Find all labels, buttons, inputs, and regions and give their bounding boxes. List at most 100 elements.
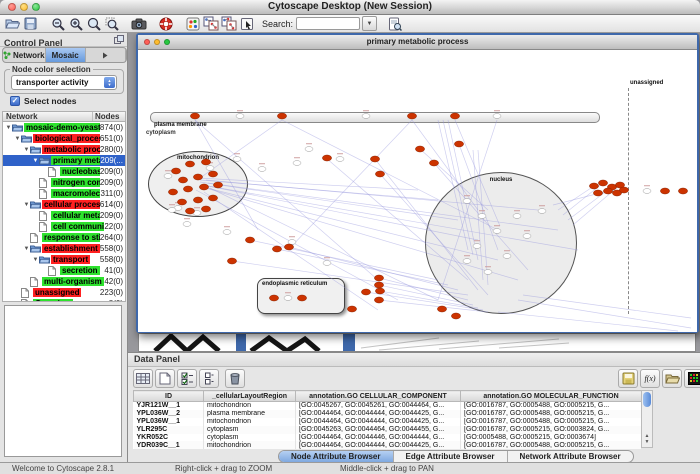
close-view-icon[interactable] — [144, 39, 150, 45]
tree-item-count: 223(0) — [100, 288, 125, 297]
tree-item-unassigned[interactable]: unassigned 223(0) — [3, 287, 125, 298]
minimize-window-icon[interactable] — [20, 3, 28, 11]
select-nodes-checkbox[interactable]: ✓ — [10, 96, 20, 106]
tree-item-label: unassigned — [33, 288, 81, 297]
snapshot-button[interactable] — [130, 16, 147, 31]
close-window-icon[interactable] — [8, 3, 16, 11]
expander-icon[interactable]: ▼ — [23, 147, 30, 153]
tree-item-secretion[interactable]: secretion41(0) — [3, 265, 125, 276]
save-button[interactable] — [22, 16, 39, 31]
zoom-fit-button[interactable] — [103, 16, 120, 31]
delete-attribute-button[interactable] — [225, 369, 245, 388]
column-header[interactable]: ID — [134, 391, 204, 402]
import-attributes-button[interactable] — [618, 369, 638, 388]
scrollbar-thumb[interactable] — [643, 392, 651, 407]
tree-item-cellular-metabo[interactable]: cellular metabo209(0) — [3, 210, 125, 221]
table-row[interactable]: YDR039C__1mitochondrion[GO:0044464, GO:0… — [134, 441, 642, 449]
tab-mosaic[interactable]: Mosaic — [46, 48, 86, 62]
advanced-search-button[interactable] — [386, 16, 403, 31]
tree-item-macromolecule[interactable]: macromolecule311(0) — [3, 188, 125, 199]
tab-network-attribute-browser[interactable]: Network Attribute Browser — [508, 451, 633, 462]
column-header[interactable]: _cellularLayoutRegion — [204, 391, 296, 402]
expander-icon[interactable]: ▼ — [5, 125, 12, 131]
copy-network-view-button[interactable] — [202, 16, 219, 31]
scroll-down-icon[interactable]: ▼ — [645, 439, 650, 445]
tree-item-cellular-process[interactable]: ▼cellular process614(0) — [3, 199, 125, 210]
tree-header-nodes[interactable]: Nodes — [93, 112, 125, 121]
birds-eye-view[interactable] — [4, 305, 122, 457]
create-network-view-button[interactable] — [220, 16, 237, 31]
minimize-view-icon[interactable] — [154, 39, 160, 45]
data-panel-toolbar: f(x) — [128, 367, 700, 391]
help-button[interactable] — [157, 16, 174, 31]
expander-icon[interactable]: ▼ — [32, 257, 39, 263]
node-color-dropdown[interactable]: transporter activity ▲▼ — [11, 75, 117, 90]
float-panel-icon[interactable] — [114, 35, 124, 44]
table-cell: [GO:0016787, GO:0005215, GO:0003824, G..… — [461, 426, 642, 434]
tree-item-label: establishment of lo — [42, 244, 100, 253]
column-header[interactable]: annotation.GO MOLECULAR_FUNCTION — [461, 391, 642, 402]
tab-network[interactable]: Network — [3, 48, 46, 62]
tree-item-transport[interactable]: ▼transport558(0) — [3, 254, 125, 265]
table-row[interactable]: YJR121W__1mitochondrion[GO:0045267, GO:0… — [134, 402, 642, 410]
table-row[interactable]: YPL036W__2plasma membrane[GO:0044464, GO… — [134, 410, 642, 418]
tree-item-overview[interactable]: Overview8(0) — [3, 298, 125, 302]
network-canvas[interactable]: plasma membrane cytoplasm mitochondrion … — [138, 50, 697, 332]
zoom-window-icon[interactable] — [32, 3, 40, 11]
tree-item-response-to-stimulu[interactable]: response to stimulu264(0) — [3, 232, 125, 243]
tree-item-count: 209(0) — [100, 211, 125, 220]
select-attributes-button[interactable] — [177, 369, 197, 388]
column-header[interactable]: annotation.GO CELLULAR_COMPONENT — [296, 391, 461, 402]
file-icon — [39, 189, 51, 199]
network-graph[interactable] — [138, 50, 697, 332]
tree-item-count: 209(0) — [100, 167, 125, 176]
background-window-strip[interactable] — [138, 333, 696, 352]
function-builder-button[interactable]: f(x) — [640, 369, 660, 388]
table-row[interactable]: YPL036W__1mitochondrion[GO:0044464, GO:0… — [134, 418, 642, 426]
network-view-titlebar[interactable]: primary metabolic process — [138, 35, 697, 50]
tree-item-count: 42(0) — [104, 277, 125, 286]
tree-item-biological-process[interactable]: ▼biological_process651(0) — [3, 133, 125, 144]
tab-node-attribute-browser[interactable]: Node Attribute Browser — [279, 451, 394, 462]
layout-region-button[interactable] — [184, 16, 201, 31]
tab-network-label: Network — [13, 51, 45, 60]
tab-edge-attribute-browser[interactable]: Edge Attribute Browser — [394, 451, 508, 462]
tree-item-primary-metabo[interactable]: ▼primary metabo209(... — [3, 155, 125, 166]
tree-item-establishment-of-lo[interactable]: ▼establishment of lo558(0) — [3, 243, 125, 254]
expander-icon[interactable]: ▼ — [32, 158, 39, 164]
tree-item-multi-organism-pro[interactable]: multi-organism pro42(0) — [3, 276, 125, 287]
expander-icon[interactable]: ▼ — [23, 246, 30, 252]
zoom-selected-button[interactable] — [85, 16, 102, 31]
search-input[interactable] — [296, 17, 360, 30]
status-message: Welcome to Cytoscape 2.8.1 — [12, 464, 114, 473]
control-panel-header: Control Panel — [0, 33, 127, 47]
tree-item-nucleobase-[interactable]: nucleobase-209(0) — [3, 166, 125, 177]
open-button[interactable] — [4, 16, 21, 31]
new-attribute-button[interactable] — [155, 369, 175, 388]
table-row[interactable]: YKR052Ccytoplasm[GO:0044464, GO:0044446,… — [134, 434, 642, 442]
more-tabs-button[interactable] — [86, 48, 126, 62]
tree-item-label: metabolic process — [42, 145, 100, 154]
table-cell: cytoplasm — [204, 426, 296, 434]
expander-icon[interactable]: ▼ — [23, 202, 30, 208]
network-tree: ▼mosaic-demo-yeast874(0)▼biological_proc… — [2, 122, 126, 302]
table-row[interactable]: YLR295Ccytoplasm[GO:0045263, GO:0044464,… — [134, 426, 642, 434]
annotation-button[interactable] — [238, 16, 255, 31]
unified-attributes-button[interactable] — [199, 369, 219, 388]
open-attributes-button[interactable] — [662, 369, 682, 388]
heatmap-button[interactable] — [684, 369, 700, 388]
file-icon — [21, 288, 33, 298]
tree-item-metabolic-process[interactable]: ▼metabolic process280(0) — [3, 144, 125, 155]
expander-icon[interactable]: ▼ — [14, 136, 21, 142]
scrollbar-arrows[interactable]: ▲▼ — [642, 431, 652, 447]
tree-item-nitrogen-compo[interactable]: nitrogen compo209(0) — [3, 177, 125, 188]
search-options-dropdown[interactable]: ▼ — [362, 16, 377, 31]
zoom-view-icon[interactable] — [164, 39, 170, 45]
tree-header-network[interactable]: Network — [3, 112, 93, 121]
zoom-in-button[interactable] — [67, 16, 84, 31]
zoom-out-button[interactable] — [49, 16, 66, 31]
tree-item-cell-communicat[interactable]: cell communicat22(0) — [3, 221, 125, 232]
table-scrollbar[interactable]: ▲▼ — [641, 390, 653, 448]
tree-item-mosaic-demo-yeast[interactable]: ▼mosaic-demo-yeast874(0) — [3, 122, 125, 133]
attribute-grid-button[interactable] — [133, 369, 153, 388]
